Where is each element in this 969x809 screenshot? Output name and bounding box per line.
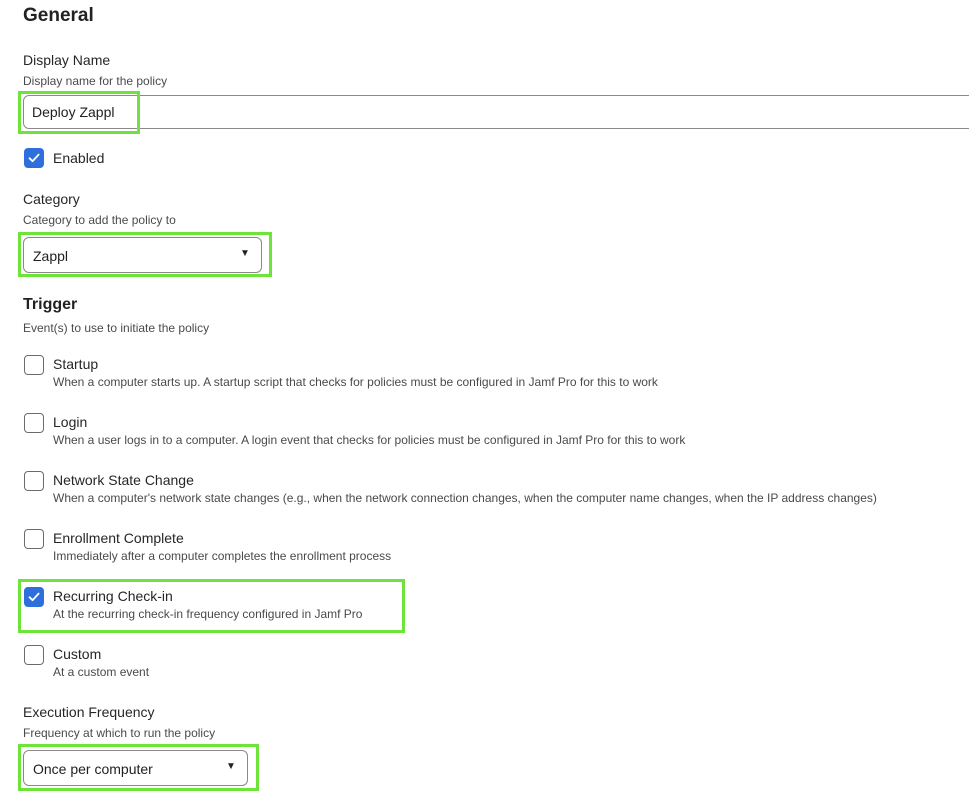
login-desc: When a user logs in to a computer. A log…: [53, 433, 686, 447]
category-help: Category to add the policy to: [23, 213, 176, 227]
execution-frequency-help: Frequency at which to run the policy: [23, 726, 216, 740]
login-label: Login: [53, 414, 88, 430]
category-select[interactable]: Zappl ▼: [23, 237, 262, 273]
trigger-heading: Trigger: [23, 296, 78, 313]
network-state-change-label: Network State Change: [53, 472, 194, 488]
execution-frequency-selected-value: Once per computer: [33, 761, 153, 777]
check-icon: [28, 153, 40, 163]
display-name-label: Display Name: [23, 52, 111, 68]
recurring-check-in-checkbox[interactable]: [24, 587, 44, 607]
category-label: Category: [23, 191, 80, 207]
category-selected-value: Zappl: [33, 248, 69, 264]
section-title-general: General: [23, 5, 94, 26]
enabled-checkbox[interactable]: [24, 148, 44, 168]
display-name-input[interactable]: [23, 95, 969, 129]
execution-frequency-label: Execution Frequency: [23, 704, 155, 720]
trigger-help: Event(s) to use to initiate the policy: [23, 321, 210, 335]
custom-label: Custom: [53, 646, 102, 662]
caret-down-icon: ▼: [226, 761, 236, 772]
enrollment-complete-checkbox[interactable]: [24, 529, 44, 549]
display-name-help: Display name for the policy: [23, 74, 168, 88]
caret-down-icon: ▼: [240, 248, 250, 259]
startup-label: Startup: [53, 356, 99, 372]
recurring-check-in-desc: At the recurring check-in frequency conf…: [53, 607, 363, 621]
custom-desc: At a custom event: [53, 665, 150, 679]
custom-checkbox[interactable]: [24, 645, 44, 665]
recurring-check-in-label: Recurring Check-in: [53, 588, 173, 604]
execution-frequency-select[interactable]: Once per computer ▼: [23, 750, 248, 786]
enrollment-complete-desc: Immediately after a computer completes t…: [53, 549, 392, 563]
enrollment-complete-label: Enrollment Complete: [53, 530, 184, 546]
startup-checkbox[interactable]: [24, 355, 44, 375]
network-state-change-desc: When a computer's network state changes …: [53, 491, 877, 505]
check-icon: [28, 592, 40, 602]
network-state-change-checkbox[interactable]: [24, 471, 44, 491]
enabled-label: Enabled: [53, 150, 105, 166]
startup-desc: When a computer starts up. A startup scr…: [53, 375, 658, 389]
login-checkbox[interactable]: [24, 413, 44, 433]
